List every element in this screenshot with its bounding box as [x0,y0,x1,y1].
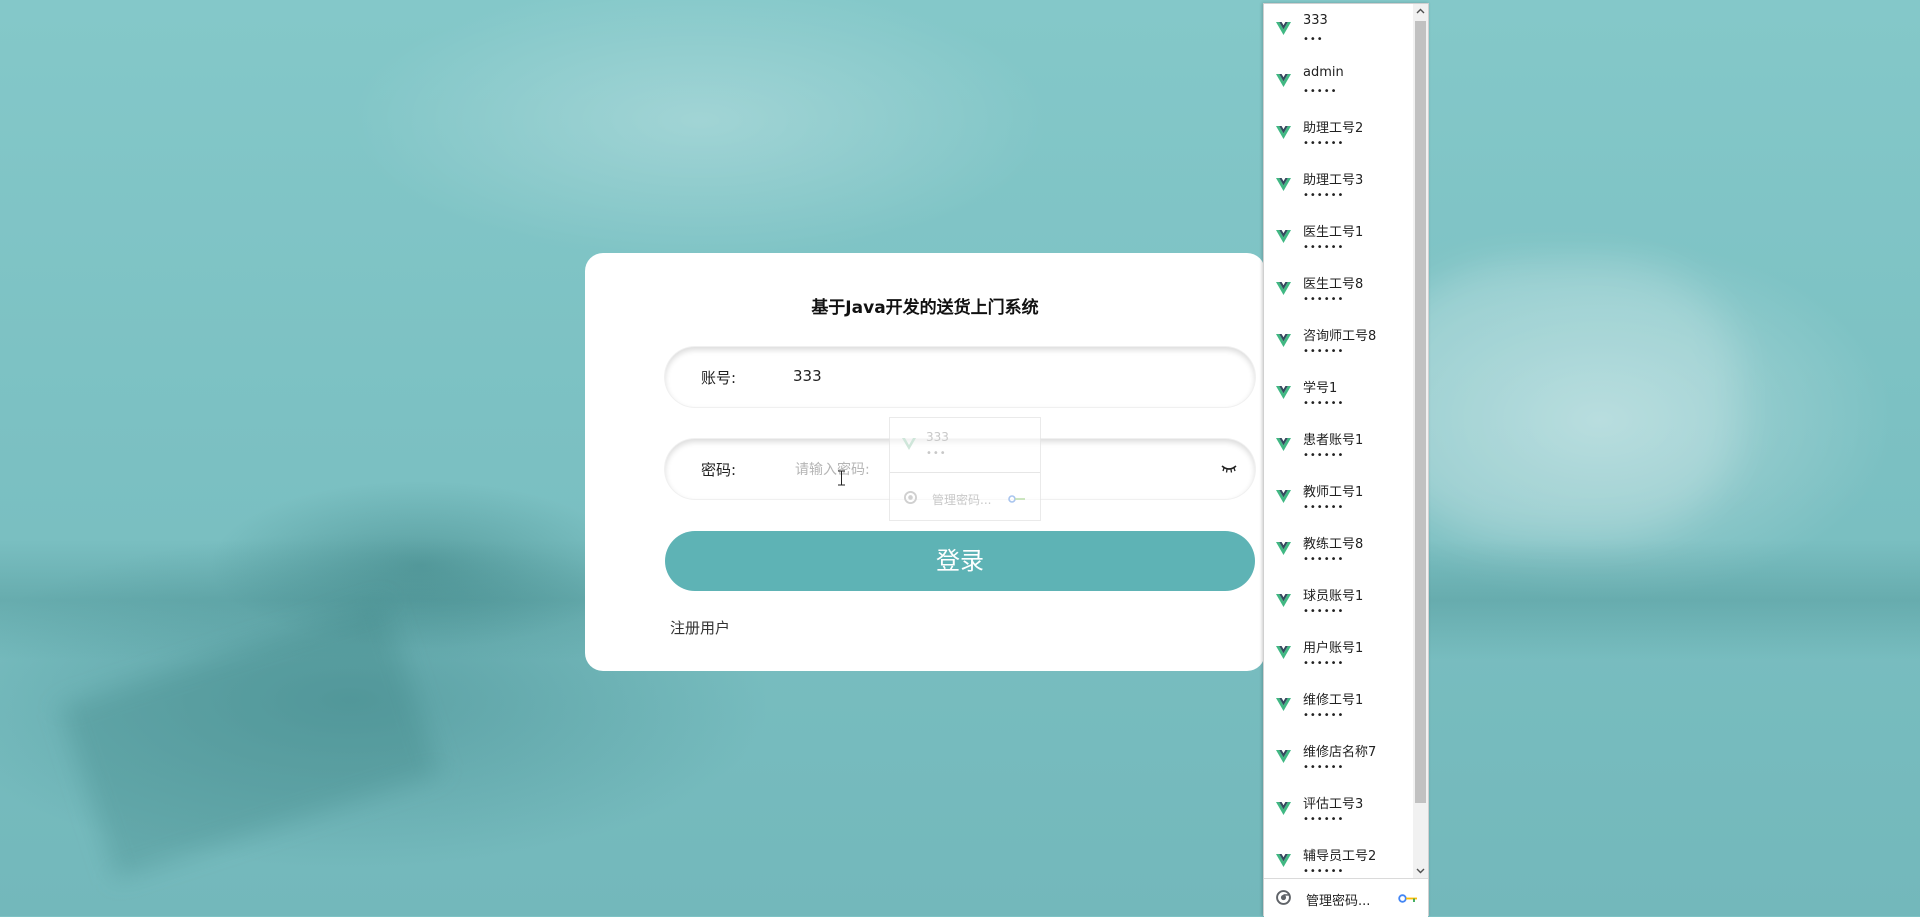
vue-logo-icon [1276,594,1291,607]
autofill-password-mask: ••• [1303,34,1324,45]
vue-logo-icon [1276,542,1291,555]
autofill-item[interactable]: 助理工号3 •••••• [1264,160,1414,212]
register-link[interactable]: 注册用户 [670,617,730,638]
autofill-username: 333 [1303,13,1328,28]
autofill-username: 助理工号2 [1303,121,1364,136]
autofill-username: 助理工号3 [1303,173,1364,188]
autofill-password-mask: •••••• [1303,814,1345,825]
vue-logo-icon [1276,178,1291,191]
autofill-item[interactable]: 教师工号1 •••••• [1264,472,1414,524]
faded-password-mask: ••• [926,448,947,459]
autofill-password-mask: •••••• [1303,346,1345,357]
autofill-username: 医生工号1 [1303,225,1364,240]
autofill-password-mask: •••••• [1303,190,1345,201]
autofill-username: 患者账号1 [1303,433,1364,448]
autofill-item[interactable]: 辅导员工号2 •••••• [1264,836,1414,878]
autofill-item[interactable]: 评估工号3 •••••• [1264,784,1414,836]
vue-logo-icon [1276,74,1291,87]
autofill-password-mask: •••••• [1303,294,1345,305]
autofill-item[interactable]: 学号1 •••••• [1264,368,1414,420]
autofill-item[interactable]: 患者账号1 •••••• [1264,420,1414,472]
autofill-item[interactable]: 维修工号1 •••••• [1264,680,1414,732]
vue-logo-icon [1276,854,1291,867]
autofill-password-mask: •••••• [1303,554,1345,565]
account-label: 账号: [701,369,737,387]
autofill-password-mask: ••••• [1303,86,1338,97]
vue-logo-icon [1276,802,1291,815]
autofill-username: 咨询师工号8 [1303,329,1377,344]
faded-username: 333 [926,430,949,444]
autofill-username: 评估工号3 [1303,797,1364,812]
vue-logo-icon [1276,230,1291,243]
vue-logo-icon [1276,438,1291,451]
scroll-up-arrow-icon[interactable] [1413,4,1428,19]
autofill-username: 维修店名称7 [1303,745,1377,760]
background-highlight [1380,260,1740,540]
autofill-item[interactable]: 医生工号1 •••••• [1264,212,1414,264]
autofill-username: 维修工号1 [1303,693,1364,708]
vue-logo-icon [1276,490,1291,503]
chrome-icon [1276,890,1291,905]
autofill-password-mask: •••••• [1303,502,1345,513]
vue-logo-icon [1276,750,1291,763]
autofill-item[interactable]: 用户账号1 •••••• [1264,628,1414,680]
manage-passwords-label: 管理密码... [1306,894,1371,909]
autofill-password-mask: •••••• [1303,710,1345,721]
account-field[interactable]: 账号: 333 [665,347,1255,407]
text-cursor-icon [838,470,845,486]
vue-logo-icon [1276,698,1291,711]
vue-logo-icon [1276,126,1291,139]
autofill-password-mask: •••••• [1303,398,1345,409]
vue-logo-icon [1276,386,1291,399]
autofill-password-mask: •••••• [1303,762,1345,773]
account-input[interactable]: 333 [793,367,822,385]
scrollbar[interactable] [1413,4,1428,878]
manage-passwords-button[interactable]: 管理密码... [1264,878,1428,917]
scroll-down-arrow-icon[interactable] [1413,863,1428,878]
divider [890,472,1040,473]
autofill-username: 教师工号1 [1303,485,1364,500]
autofill-item[interactable]: 咨询师工号8 •••••• [1264,316,1414,368]
autofill-username: 学号1 [1303,381,1338,396]
key-icon [1398,894,1417,903]
page-title: 基于Java开发的送货上门系统 [811,298,1039,318]
login-button[interactable]: 登录 [665,531,1255,591]
autofill-item[interactable]: 教练工号8 •••••• [1264,524,1414,576]
autofill-password-mask: •••••• [1303,242,1345,253]
autofill-item[interactable]: 助理工号2 •••••• [1264,108,1414,160]
autofill-item[interactable]: 维修店名称7 •••••• [1264,732,1414,784]
scrollbar-thumb[interactable] [1415,21,1426,803]
autofill-password-mask: •••••• [1303,606,1345,617]
autofill-list: 333 ••• admin ••••• 助理工号2 •••••• 助理工号3 •••••• 医生… [1264,4,1414,878]
autofill-username: 辅导员工号2 [1303,849,1377,864]
autofill-username: 用户账号1 [1303,641,1364,656]
faded-autofill-popup: 333 ••• 管理密码... [889,417,1041,521]
eye-closed-icon[interactable] [1221,461,1237,475]
autofill-username: admin [1303,65,1344,80]
autofill-username: 球员账号1 [1303,589,1364,604]
faded-manage-passwords: 管理密码... [932,493,992,507]
autofill-item[interactable]: 333 ••• [1264,4,1414,56]
autofill-password-mask: •••••• [1303,450,1345,461]
vue-logo-icon [1276,282,1291,295]
key-icon [1008,495,1025,503]
autofill-username: 医生工号8 [1303,277,1364,292]
autofill-password-mask: •••••• [1303,658,1345,669]
autofill-password-mask: •••••• [1303,138,1345,149]
autofill-username: 教练工号8 [1303,537,1364,552]
password-label: 密码: [701,461,737,479]
autofill-password-mask: •••••• [1303,866,1345,877]
chrome-icon [904,491,917,504]
autofill-item[interactable]: admin ••••• [1264,56,1414,108]
vue-logo-icon [1276,646,1291,659]
vue-logo-icon [902,438,916,450]
password-autofill-dropdown: 333 ••• admin ••••• 助理工号2 •••••• 助理工号3 •••••• 医生… [1263,3,1429,917]
vue-logo-icon [1276,22,1291,35]
autofill-item[interactable]: 球员账号1 •••••• [1264,576,1414,628]
vue-logo-icon [1276,334,1291,347]
autofill-item[interactable]: 医生工号8 •••••• [1264,264,1414,316]
